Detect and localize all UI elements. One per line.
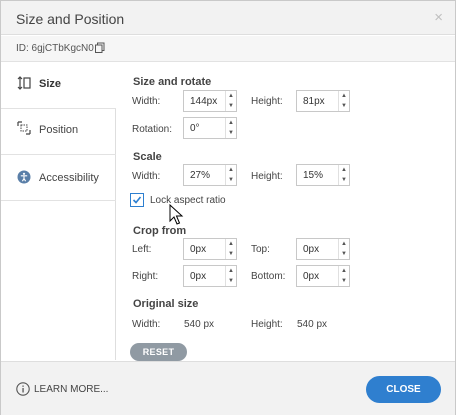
- crop-left-stepper[interactable]: 0px ▲ ▼: [183, 238, 237, 260]
- sidebar: Size Position Accessibility: [1, 63, 116, 360]
- scale-width-value: 27%: [190, 170, 211, 181]
- decrement-icon[interactable]: ▼: [226, 128, 236, 138]
- dialog-titlebar: Size and Position ×: [1, 1, 455, 35]
- mouse-cursor-icon: [169, 204, 184, 225]
- width-label: Width:: [132, 96, 161, 107]
- lock-aspect-label[interactable]: Lock aspect ratio: [150, 195, 226, 206]
- close-button[interactable]: CLOSE: [366, 376, 441, 403]
- crop-heading: Crop from: [133, 225, 187, 237]
- decrement-icon[interactable]: ▼: [339, 249, 349, 259]
- sidebar-item-accessibility[interactable]: Accessibility: [1, 155, 116, 201]
- decrement-icon[interactable]: ▼: [339, 276, 349, 286]
- original-width-label: Width:: [132, 319, 161, 330]
- scale-height-stepper[interactable]: 15% ▲ ▼: [296, 164, 350, 186]
- dialog-title: Size and Position: [16, 11, 125, 27]
- increment-icon[interactable]: ▲: [339, 91, 349, 101]
- rotation-label: Rotation:: [132, 124, 173, 135]
- close-icon[interactable]: ×: [434, 9, 443, 26]
- decrement-icon[interactable]: ▼: [339, 101, 349, 111]
- increment-icon[interactable]: ▲: [339, 266, 349, 276]
- size-height-stepper[interactable]: 81px ▲ ▼: [296, 90, 350, 112]
- decrement-icon[interactable]: ▼: [226, 249, 236, 259]
- rotation-stepper[interactable]: 0° ▲ ▼: [183, 117, 237, 139]
- crop-top-label: Top:: [251, 244, 270, 255]
- reset-button[interactable]: RESET: [130, 343, 187, 361]
- width-label: Width:: [132, 171, 161, 182]
- crop-left-label: Left:: [132, 244, 152, 255]
- position-icon: [17, 121, 31, 135]
- crop-top-stepper[interactable]: 0px ▲ ▼: [296, 238, 350, 260]
- sidebar-item-label: Accessibility: [39, 172, 99, 184]
- checkmark-icon: [132, 196, 142, 204]
- size-height-value: 81px: [303, 96, 325, 107]
- scale-width-stepper[interactable]: 27% ▲ ▼: [183, 164, 237, 186]
- crop-bottom-stepper[interactable]: 0px ▲ ▼: [296, 265, 350, 287]
- decrement-icon[interactable]: ▼: [226, 175, 236, 185]
- size-position-dialog: Size and Position × ID: 6gjCTbKgcN0 Size…: [0, 0, 456, 415]
- accessibility-icon: [17, 170, 31, 184]
- sidebar-item-label: Position: [39, 124, 79, 136]
- sidebar-item-position[interactable]: Position: [1, 109, 116, 155]
- increment-icon[interactable]: ▲: [226, 266, 236, 276]
- element-id: ID: 6gjCTbKgcN0: [16, 43, 94, 54]
- increment-icon[interactable]: ▲: [226, 239, 236, 249]
- decrement-icon[interactable]: ▼: [226, 101, 236, 111]
- rotation-value: 0°: [190, 123, 200, 134]
- size-width-stepper[interactable]: 144px ▲ ▼: [183, 90, 237, 112]
- id-bar: ID: 6gjCTbKgcN0: [1, 36, 455, 62]
- increment-icon[interactable]: ▲: [339, 165, 349, 175]
- crop-right-stepper[interactable]: 0px ▲ ▼: [183, 265, 237, 287]
- crop-top-value: 0px: [303, 244, 320, 255]
- crop-right-value: 0px: [190, 271, 207, 282]
- scale-heading: Scale: [133, 151, 162, 163]
- sidebar-item-size[interactable]: Size: [1, 63, 116, 109]
- original-size-heading: Original size: [133, 298, 199, 310]
- crop-right-label: Right:: [132, 271, 159, 282]
- crop-bottom-value: 0px: [303, 271, 320, 282]
- sidebar-item-label: Size: [39, 78, 62, 90]
- decrement-icon[interactable]: ▼: [226, 276, 236, 286]
- copy-icon[interactable]: [94, 42, 106, 54]
- original-width-value: 540 px: [184, 319, 215, 330]
- height-label: Height:: [251, 171, 283, 182]
- scale-height-value: 15%: [303, 170, 324, 181]
- size-rotate-heading: Size and rotate: [133, 76, 212, 88]
- height-label: Height:: [251, 96, 283, 107]
- lock-aspect-checkbox[interactable]: [130, 193, 144, 207]
- original-height-label: Height:: [251, 319, 283, 330]
- crop-left-value: 0px: [190, 244, 207, 255]
- size-width-value: 144px: [190, 96, 218, 107]
- increment-icon[interactable]: ▲: [226, 165, 236, 175]
- dialog-footer: LEARN MORE... CLOSE: [1, 361, 455, 415]
- increment-icon[interactable]: ▲: [226, 91, 236, 101]
- info-icon[interactable]: [16, 382, 30, 396]
- original-height-value: 540 px: [297, 319, 328, 330]
- increment-icon[interactable]: ▲: [226, 118, 236, 128]
- size-icon: [17, 76, 31, 90]
- increment-icon[interactable]: ▲: [339, 239, 349, 249]
- decrement-icon[interactable]: ▼: [339, 175, 349, 185]
- learn-more-link[interactable]: LEARN MORE...: [34, 384, 108, 395]
- crop-bottom-label: Bottom:: [251, 271, 286, 282]
